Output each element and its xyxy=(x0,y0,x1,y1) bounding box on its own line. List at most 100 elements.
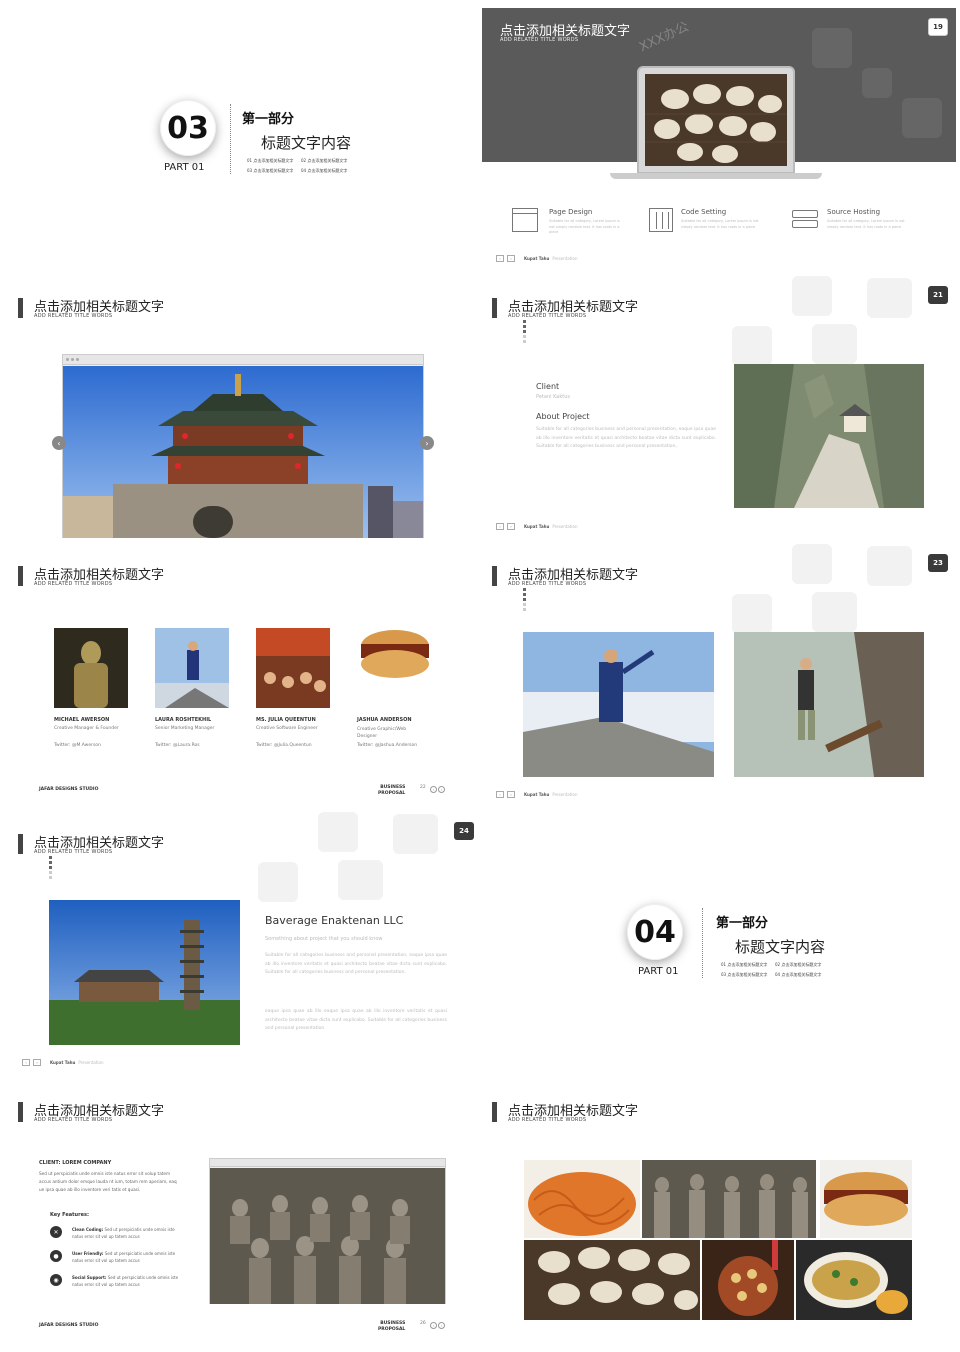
company-para2: eaque ipsa quae ab illo eaque ipsa quae … xyxy=(265,1009,447,1032)
member-name: LAURA ROSHTEKHIL xyxy=(155,717,212,723)
deco-shape xyxy=(258,862,298,902)
dots-deco xyxy=(49,856,52,881)
slide-subtitle: ADD RELATED TITLE WORDS xyxy=(34,849,113,855)
footer-brand-sub: Presentation xyxy=(552,524,578,529)
footer-nav: ‹ › Kupat Tahu Presentation xyxy=(496,791,577,798)
street-food-photo xyxy=(702,1240,794,1320)
proposal-label: BUSINESS PROPOSAL xyxy=(378,1321,405,1332)
slide-21: 点击添加相关标题文字 ADD RELATED TITLE WORDS 21 Cl… xyxy=(482,276,956,538)
title-bar xyxy=(492,1102,497,1122)
terracotta-army-photo xyxy=(642,1160,816,1238)
page-nav: ‹ › xyxy=(430,1322,445,1329)
deco-shape xyxy=(732,326,772,366)
section-item: 03 点击添加相关标题文字 xyxy=(247,168,294,173)
pagoda-photo xyxy=(49,900,240,1045)
slide-22: 点击添加相关标题文字 ADD RELATED TITLE WORDS MICHA… xyxy=(8,544,482,806)
member-twitter: Twitter: @Laura.Ros xyxy=(155,743,200,748)
feature-title: Source Hosting xyxy=(827,208,881,216)
section-number-circle: 04 xyxy=(627,904,683,960)
page-number: 26 xyxy=(420,1321,426,1326)
section-item: 02 点击添加相关标题文字 xyxy=(775,962,822,967)
street-market-photo xyxy=(256,628,330,708)
deco-shape xyxy=(393,814,438,854)
slide-subtitle: ADD RELATED TITLE WORDS xyxy=(508,313,587,319)
feature-text: Social Support: Sed ut perspiciatis unde… xyxy=(72,1274,184,1288)
team-member-card: JASHUA ANDERSON Creative Graphic/Web Des… xyxy=(357,616,441,748)
deco-shape xyxy=(902,98,942,138)
prev-button[interactable]: ‹ xyxy=(496,255,504,262)
laptop-mockup xyxy=(637,66,795,174)
footer-brand: Kupat Tahu xyxy=(524,524,550,529)
title-bar xyxy=(18,1102,23,1122)
divider xyxy=(702,908,703,978)
title-bar xyxy=(492,298,497,318)
browser-toolbar xyxy=(63,355,423,365)
footer-brand: Kupat Tahu xyxy=(524,792,550,797)
deco-shape xyxy=(318,812,358,852)
section-item: 01 点击添加相关标题文字 xyxy=(247,158,294,163)
deco-shape xyxy=(792,276,832,316)
proposal-line2: PROPOSAL xyxy=(378,790,406,796)
proposal-label: BUSINESS PROPOSAL xyxy=(378,785,405,796)
kungfu-cliff-photo xyxy=(523,632,714,777)
prev-button[interactable]: ‹ xyxy=(430,1322,437,1329)
roujiamo-photo xyxy=(357,616,433,702)
footer-brand-sub: Presentation xyxy=(552,792,578,797)
noodle-bowl-photo xyxy=(796,1240,912,1320)
slide-19: 点击添加相关标题文字 ADD RELATED TITLE WORDS XXX办公… xyxy=(482,8,956,270)
divider xyxy=(230,104,231,174)
section-heading: 第一部分 xyxy=(716,916,769,931)
slide-number-badge: 23 xyxy=(928,554,948,572)
client-name: Petani Kaktus xyxy=(536,394,570,400)
browser-icon xyxy=(512,208,538,232)
about-label: About Project xyxy=(536,412,590,421)
about-text: Suitable for all categories business and… xyxy=(536,427,716,450)
dots-deco xyxy=(523,588,526,613)
roujiamo-photo xyxy=(820,1160,912,1238)
title-bar xyxy=(18,298,23,318)
proposal-line1: BUSINESS xyxy=(380,1321,406,1327)
slide-subtitle: ADD RELATED TITLE WORDS xyxy=(34,1117,113,1123)
feature-text: User Friendly: Sed ut perspiciatis unde … xyxy=(72,1250,184,1264)
section-title: 标题文字内容 xyxy=(735,938,826,956)
dumplings-photo xyxy=(524,1240,700,1320)
feature-title: Social Support: xyxy=(72,1275,107,1280)
terracotta-warrior-photo xyxy=(54,628,128,708)
next-button[interactable]: › xyxy=(507,791,515,798)
next-button[interactable]: › xyxy=(507,255,515,262)
footer-brand-sub: Presentation xyxy=(552,256,578,261)
slide-24: 点击添加相关标题文字 ADD RELATED TITLE WORDS 24 Ba… xyxy=(8,812,482,1074)
prev-button[interactable]: ‹ xyxy=(496,791,504,798)
company-name: Baverage Enaktenan LLC xyxy=(265,914,404,927)
section-item: 03 点击添加相关标题文字 xyxy=(721,972,768,977)
section-part-label: PART 01 xyxy=(164,162,205,173)
carousel-next-icon[interactable]: › xyxy=(420,436,434,450)
member-twitter: Twitter: @M.Awerson xyxy=(54,743,101,748)
member-name: JASHUA ANDERSON xyxy=(357,717,412,723)
next-button[interactable]: › xyxy=(33,1059,41,1066)
deco-shape xyxy=(792,544,832,584)
next-button[interactable]: › xyxy=(438,1322,445,1329)
prev-button[interactable]: ‹ xyxy=(22,1059,30,1066)
deco-shape xyxy=(812,28,852,68)
proposal-line1: BUSINESS xyxy=(380,785,406,791)
footer-brand: Kupat Tahu xyxy=(524,256,550,261)
deco-shape xyxy=(732,594,772,634)
footer-brand: Kupat Tahu xyxy=(50,1060,76,1065)
feature-text: Clean Coding: Sed ut perspiciatis unde o… xyxy=(72,1226,184,1240)
studio-label: JAFAR DESIGNS STUDIO xyxy=(39,1323,99,1328)
noodles-photo xyxy=(524,1160,640,1238)
carousel-prev-icon[interactable]: ‹ xyxy=(52,436,66,450)
dots-deco xyxy=(523,320,526,345)
features-label: Key Features: xyxy=(50,1212,89,1218)
prev-button[interactable]: ‹ xyxy=(430,786,437,793)
member-role: Senior Marketing Manager xyxy=(155,726,215,731)
next-button[interactable]: › xyxy=(507,523,515,530)
section-item-list: 01 点击添加相关标题文字 02 点击添加相关标题文字 03 点击添加相关标题文… xyxy=(247,156,355,176)
prev-button[interactable]: ‹ xyxy=(496,523,504,530)
section-number-circle: 03 xyxy=(160,100,216,156)
feature-desc: Suitable for all category, Lorem ipsum i… xyxy=(681,219,759,229)
next-button[interactable]: › xyxy=(438,786,445,793)
deco-shape xyxy=(812,324,857,364)
member-name: MS. JULIA QUEENTUN xyxy=(256,717,316,723)
